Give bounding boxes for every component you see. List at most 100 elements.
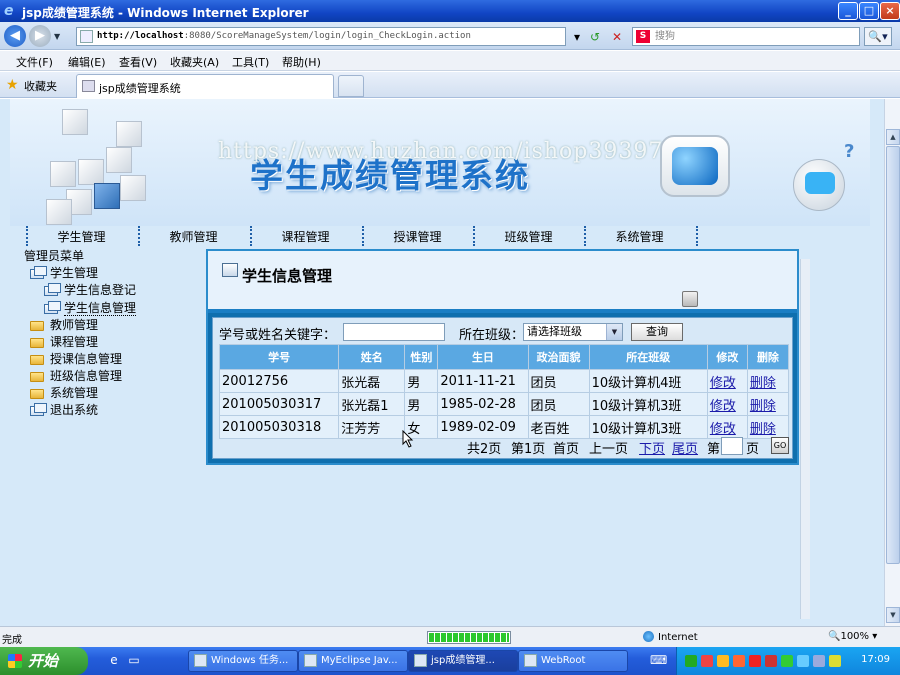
inner-frame-scrollbar[interactable] [800,259,810,619]
menu-favorites[interactable]: 收藏夹(A) [170,54,219,70]
search-button[interactable]: 🔍▾ [864,27,892,46]
search-row: 学号或姓名关键字： 所在班级： 请选择班级 ▼ 查询 [219,322,789,343]
tray-icon[interactable] [701,655,713,667]
menu-help[interactable]: 帮助(H) [282,54,321,70]
delete-link[interactable]: 删除 [747,393,788,415]
tab-page-icon [82,80,95,92]
open-folder-icon [30,265,47,279]
nav-teaching[interactable]: 授课管理 [362,228,473,245]
scroll-up-button[interactable]: ▲ [886,129,900,145]
forward-button[interactable]: ▶ [29,25,51,47]
tray-icon[interactable] [717,655,729,667]
refresh-button[interactable]: ↺ [586,28,604,46]
back-button[interactable]: ◀ [4,25,26,47]
menu-tools[interactable]: 工具(T) [232,54,269,70]
folder-icon [30,354,44,365]
cube-decoration [62,109,88,135]
tray-icon[interactable] [797,655,809,667]
pager-last-link[interactable]: 尾页 [672,438,698,457]
nav-system[interactable]: 系统管理 [584,228,695,245]
student-table: 学号 姓名 性别 生日 政治面貌 所在班级 修改 删除 20012756 张光磊 [219,344,789,439]
cell-birthday: 1985-02-28 [438,393,528,415]
taskbar-item-active[interactable]: jsp成绩管理... [408,650,518,672]
pager-next-link[interactable]: 下页 [639,438,665,457]
tray-icon[interactable] [685,655,697,667]
status-bar: 完成 Internet 🔍100% ▾ [0,626,900,647]
scroll-down-button[interactable]: ▼ [886,607,900,623]
windows-logo-icon [8,654,22,668]
menu-file[interactable]: 文件(F) [16,54,53,70]
page-scrollbar[interactable]: ▲ ▼ [884,99,900,626]
pager-goto-suffix: 页 [746,442,760,457]
tree-item-teacher[interactable]: 教师管理 [30,316,98,333]
keyword-input[interactable] [343,323,445,341]
tray-icon[interactable] [733,655,745,667]
class-select[interactable]: 请选择班级 ▼ [523,323,623,341]
tray-icon[interactable] [829,655,841,667]
tree-item-class[interactable]: 班级信息管理 [30,367,122,384]
tree-item-course[interactable]: 课程管理 [30,333,98,350]
folder-quicklaunch-icon[interactable]: ▭ [126,653,142,669]
cube-decoration [94,183,120,209]
maximize-button[interactable]: □ [859,2,879,20]
folder-icon [524,654,537,667]
browser-tab[interactable]: jsp成绩管理系统 [76,74,334,98]
start-button[interactable]: 开始 [0,647,88,675]
tree-root-label: 管理员菜单 [24,249,85,263]
col-header-delete: 删除 [747,345,788,369]
window-title: jsp成绩管理系统 - Windows Internet Explorer [22,6,309,20]
tree-item-student-register[interactable]: 学生信息登记 [44,281,136,298]
favorites-star-icon[interactable]: ★ [6,77,19,93]
delete-link[interactable]: 删除 [747,416,788,438]
delete-link[interactable]: 删除 [747,370,788,392]
tray-icon[interactable] [813,655,825,667]
ie-icon [414,654,427,667]
taskbar-item[interactable]: MyEclipse Jav... [298,650,408,672]
nav-course[interactable]: 课程管理 [250,228,361,245]
history-dropdown-icon[interactable]: ▼ [54,32,60,41]
stop-button[interactable]: ✕ [608,28,626,46]
menu-view[interactable]: 查看(V) [119,54,157,70]
go-button[interactable]: GO [771,437,789,454]
address-input[interactable]: http://localhost:8080/ScoreManageSystem/… [76,27,566,46]
address-dropdown-icon[interactable]: ▾ [568,28,586,46]
favorites-button[interactable]: 收藏夹 [24,78,57,94]
menu-bar: 文件(F) 编辑(E) 查看(V) 收藏夹(A) 工具(T) 帮助(H) [0,51,900,71]
taskbar-item[interactable]: WebRoot [518,650,628,672]
tree-item-logout[interactable]: 退出系统 [30,401,98,418]
menu-edit[interactable]: 编辑(E) [68,54,106,70]
edit-link[interactable]: 修改 [707,393,747,415]
nav-student[interactable]: 学生管理 [26,228,137,245]
scroll-thumb[interactable] [886,146,900,564]
tree-item-student-manage[interactable]: 学生信息管理 [44,299,137,316]
tray-icon[interactable] [765,655,777,667]
taskbar-item[interactable]: Windows 任务... [188,650,298,672]
tree-item-teaching[interactable]: 授课信息管理 [30,350,122,367]
search-input[interactable]: S 搜狗 [632,27,860,46]
close-button[interactable]: × [880,2,900,20]
keyboard-icon[interactable]: ⌨ [650,653,667,669]
folder-icon [30,388,44,399]
nav-teacher[interactable]: 教师管理 [138,228,249,245]
new-tab-button[interactable] [338,75,364,97]
query-button[interactable]: 查询 [631,323,683,341]
chevron-down-icon[interactable]: ▼ [606,324,622,340]
ie-quicklaunch-icon[interactable]: e [106,653,122,669]
edit-link[interactable]: 修改 [707,370,747,392]
print-icon[interactable] [682,291,698,307]
class-label: 所在班级： [459,328,525,343]
edit-link[interactable]: 修改 [707,416,747,438]
cell-name: 汪芳芳 [339,416,405,438]
minimize-button[interactable]: _ [838,2,858,20]
tray-icon[interactable] [781,655,793,667]
tree-item-student[interactable]: 学生管理 [30,264,98,281]
tray-icon[interactable] [749,655,761,667]
nav-class[interactable]: 班级管理 [473,228,584,245]
class-select-value: 请选择班级 [527,325,582,338]
page-number-input[interactable] [721,437,743,455]
tree-item-system[interactable]: 系统管理 [30,384,98,401]
zoom-level[interactable]: 🔍100% ▾ [828,631,877,642]
col-header-class: 所在班级 [589,345,707,369]
sogou-logo-icon: S [636,30,650,43]
cell-name: 张光磊1 [339,393,405,415]
